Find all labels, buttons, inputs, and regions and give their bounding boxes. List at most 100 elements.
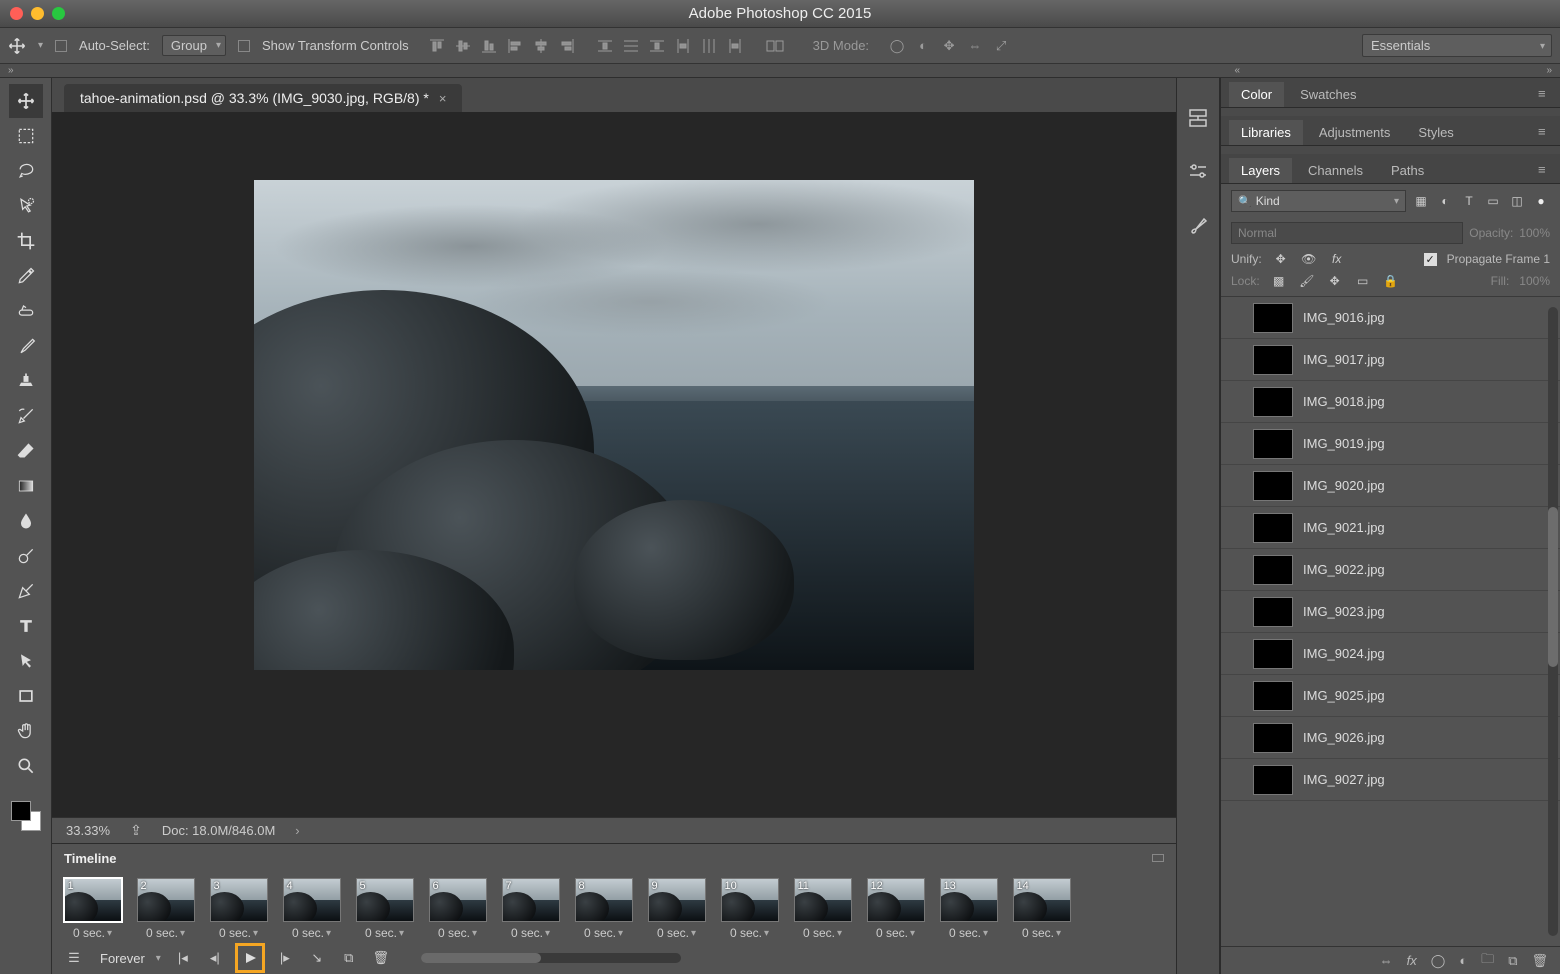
lasso-tool[interactable]: [9, 154, 43, 188]
timeline-frame[interactable]: 100 sec.▾: [717, 878, 782, 940]
zoom-tool[interactable]: [9, 749, 43, 783]
clone-stamp-tool[interactable]: [9, 364, 43, 398]
healing-brush-tool[interactable]: [9, 294, 43, 328]
frame-thumbnail[interactable]: 4: [283, 878, 341, 922]
unify-position-icon[interactable]: ✥: [1272, 252, 1290, 266]
new-layer-icon[interactable]: ⧉: [1508, 953, 1517, 969]
delete-layer-icon[interactable]: 🗑: [1531, 953, 1548, 969]
filter-toggle-icon[interactable]: ●: [1532, 194, 1550, 208]
tab-styles[interactable]: Styles: [1406, 120, 1465, 145]
layer-row[interactable]: 👁IMG_9025.jpg: [1221, 675, 1560, 717]
play-button[interactable]: [235, 943, 265, 973]
frame-delay[interactable]: 0 sec.▾: [511, 926, 550, 940]
hand-tool[interactable]: [9, 714, 43, 748]
frame-thumbnail[interactable]: 8: [575, 878, 633, 922]
layer-thumbnail[interactable]: [1253, 723, 1293, 753]
timeline-frame[interactable]: 20 sec.▾: [133, 878, 198, 940]
tab-libraries[interactable]: Libraries: [1229, 120, 1303, 145]
next-frame-button[interactable]: |▸: [273, 946, 297, 970]
timeline-frame[interactable]: 90 sec.▾: [644, 878, 709, 940]
tool-preset-chevron-icon[interactable]: ▾: [38, 40, 43, 51]
layer-name[interactable]: IMG_9016.jpg: [1303, 310, 1385, 325]
frame-delay[interactable]: 0 sec.▾: [803, 926, 842, 940]
type-tool[interactable]: [9, 609, 43, 643]
layer-row[interactable]: 👁IMG_9018.jpg: [1221, 381, 1560, 423]
blend-mode-dropdown[interactable]: Normal: [1231, 222, 1463, 244]
collapse-right-panels-icon[interactable]: »: [1546, 65, 1552, 76]
distribute-right-button[interactable]: [725, 36, 745, 56]
path-select-tool[interactable]: [9, 644, 43, 678]
tab-color[interactable]: Color: [1229, 82, 1284, 107]
align-left-button[interactable]: [505, 36, 525, 56]
layer-row[interactable]: 👁IMG_9023.jpg: [1221, 591, 1560, 633]
layer-row[interactable]: 👁IMG_9024.jpg: [1221, 633, 1560, 675]
expand-docked-left-icon[interactable]: »: [8, 65, 14, 76]
timeline-frame[interactable]: 120 sec.▾: [863, 878, 928, 940]
layer-thumbnail[interactable]: [1253, 303, 1293, 333]
frame-thumbnail[interactable]: 5: [356, 878, 414, 922]
distribute-top-button[interactable]: [595, 36, 615, 56]
3d-slide-icon[interactable]: ⇔: [965, 36, 985, 56]
share-icon[interactable]: ⇪: [130, 822, 142, 839]
layer-row[interactable]: 👁IMG_9020.jpg: [1221, 465, 1560, 507]
frame-thumbnail[interactable]: 13: [940, 878, 998, 922]
propagate-frame-checkbox[interactable]: ✓: [1424, 253, 1437, 266]
layer-name[interactable]: IMG_9027.jpg: [1303, 772, 1385, 787]
frame-thumbnail[interactable]: 1: [64, 878, 122, 922]
timeline-frame[interactable]: 70 sec.▾: [498, 878, 563, 940]
layer-thumbnail[interactable]: [1253, 639, 1293, 669]
timeline-frame[interactable]: 80 sec.▾: [571, 878, 636, 940]
panel-menu-icon[interactable]: ≡: [1538, 124, 1552, 134]
layer-name[interactable]: IMG_9026.jpg: [1303, 730, 1385, 745]
layer-row[interactable]: 👁IMG_9017.jpg: [1221, 339, 1560, 381]
link-layers-icon[interactable]: ⇔: [1380, 953, 1393, 968]
first-frame-button[interactable]: |◂: [171, 946, 195, 970]
move-tool-icon[interactable]: [8, 37, 26, 55]
frame-thumbnail[interactable]: 10: [721, 878, 779, 922]
filter-shape-icon[interactable]: ▭: [1484, 194, 1502, 208]
distribute-hcenter-button[interactable]: [699, 36, 719, 56]
rectangle-tool[interactable]: [9, 679, 43, 713]
tab-channels[interactable]: Channels: [1296, 158, 1375, 183]
distribute-bottom-button[interactable]: [647, 36, 667, 56]
layer-name[interactable]: IMG_9022.jpg: [1303, 562, 1385, 577]
layer-thumbnail[interactable]: [1253, 765, 1293, 795]
panel-menu-icon[interactable]: ≡: [1538, 86, 1552, 96]
align-vcenter-button[interactable]: [453, 36, 473, 56]
lock-artboard-icon[interactable]: ▭: [1354, 274, 1372, 288]
unify-visibility-icon[interactable]: 👁: [1300, 252, 1318, 266]
foreground-color-swatch[interactable]: [11, 801, 31, 821]
new-group-icon[interactable]: 🗀: [1481, 950, 1494, 972]
frame-thumbnail[interactable]: 12: [867, 878, 925, 922]
frame-thumbnail[interactable]: 9: [648, 878, 706, 922]
canvas[interactable]: [52, 112, 1176, 817]
dodge-tool[interactable]: [9, 539, 43, 573]
align-hcenter-button[interactable]: [531, 36, 551, 56]
layer-filter-kind-dropdown[interactable]: 🔍 Kind ▾: [1231, 190, 1406, 212]
tween-button[interactable]: ↘: [305, 946, 329, 970]
brush-tool[interactable]: [9, 329, 43, 363]
timeline-frame[interactable]: 140 sec.▾: [1009, 878, 1074, 940]
layer-name[interactable]: IMG_9023.jpg: [1303, 604, 1385, 619]
layer-name[interactable]: IMG_9018.jpg: [1303, 394, 1385, 409]
layer-name[interactable]: IMG_9024.jpg: [1303, 646, 1385, 661]
timeline-panel-menu-icon[interactable]: [1152, 854, 1164, 862]
duplicate-frame-button[interactable]: ⧉: [337, 946, 361, 970]
timeline-frame[interactable]: 30 sec.▾: [206, 878, 271, 940]
layer-thumbnail[interactable]: [1253, 597, 1293, 627]
pen-tool[interactable]: [9, 574, 43, 608]
crop-tool[interactable]: [9, 224, 43, 258]
filter-adjustment-icon[interactable]: ◐: [1436, 194, 1454, 208]
quick-select-tool[interactable]: [9, 189, 43, 223]
properties-panel-icon[interactable]: [1186, 160, 1210, 184]
close-window-button[interactable]: [10, 7, 23, 20]
timeline-frame[interactable]: 110 sec.▾: [790, 878, 855, 940]
timeline-frame[interactable]: 60 sec.▾: [425, 878, 490, 940]
auto-select-target-dropdown[interactable]: Group ▾: [162, 35, 226, 56]
move-tool[interactable]: [9, 84, 43, 118]
layer-row[interactable]: 👁IMG_9019.jpg: [1221, 423, 1560, 465]
layer-list[interactable]: 👁IMG_9016.jpg👁IMG_9017.jpg👁IMG_9018.jpg👁…: [1221, 296, 1560, 946]
layer-row[interactable]: 👁IMG_9022.jpg: [1221, 549, 1560, 591]
unify-style-icon[interactable]: fx: [1328, 252, 1346, 266]
eraser-tool[interactable]: [9, 434, 43, 468]
